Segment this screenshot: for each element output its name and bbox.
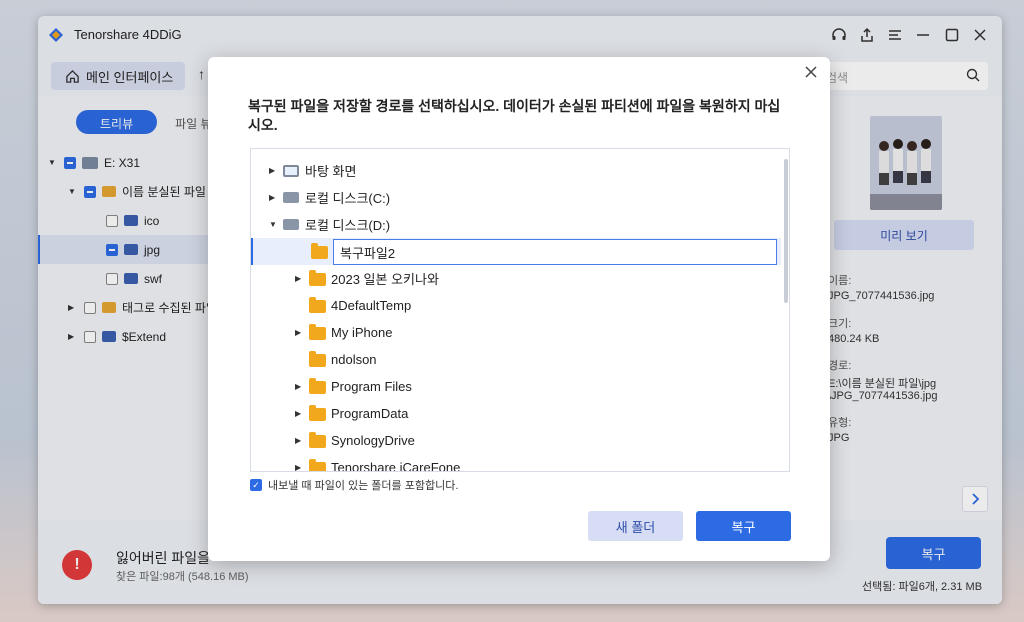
folder-node[interactable]: ▶ My iPhone xyxy=(251,319,781,346)
folder-node[interactable]: ▶ Tenorshare iCareFone xyxy=(251,454,781,472)
desktop-icon xyxy=(283,165,299,177)
folder-node-label: 로컬 디스크(C:) xyxy=(305,191,391,206)
folder-icon xyxy=(309,378,326,394)
folder-name-input[interactable] xyxy=(333,239,777,265)
new-folder-button[interactable]: 새 폴더 xyxy=(588,511,683,541)
folder-node[interactable]: ▶ ProgramData xyxy=(251,400,781,427)
include-folder-label: 내보낼 때 파일이 있는 폴더를 포함합니다. xyxy=(268,480,459,492)
folder-node[interactable]: 4DefaultTemp xyxy=(251,292,781,319)
expand-icon[interactable]: ▶ xyxy=(295,409,301,418)
expand-icon[interactable]: ▶ xyxy=(295,436,301,445)
folder-node-label: SynologyDrive xyxy=(331,433,415,448)
folder-node-label: 바탕 화면 xyxy=(305,164,357,179)
expand-icon[interactable]: ▶ xyxy=(295,382,301,391)
expand-icon[interactable]: ▶ xyxy=(295,328,301,337)
folder-node[interactable]: ndolson xyxy=(251,346,781,373)
expand-icon[interactable]: ▶ xyxy=(269,193,275,202)
include-folder-checkbox[interactable]: ✓ xyxy=(250,479,262,491)
folder-node-new[interactable] xyxy=(251,238,781,265)
folder-node[interactable]: ▶ 로컬 디스크(C:) xyxy=(251,184,781,211)
scrollbar[interactable] xyxy=(784,159,788,303)
folder-icon xyxy=(309,432,326,448)
folder-icon xyxy=(311,243,328,259)
folder-icon xyxy=(309,405,326,421)
dialog-title: 복구된 파일을 저장할 경로를 선택하십시오. 데이터가 손실된 파티션에 파일… xyxy=(248,98,781,133)
folder-node-label: ndolson xyxy=(331,352,377,367)
folder-node-label: 로컬 디스크(D:) xyxy=(305,218,391,233)
close-icon[interactable] xyxy=(802,63,820,81)
folder-node[interactable]: ▶ 2023 일본 오키나와 xyxy=(251,265,781,292)
folder-node-label: 2023 일본 오키나와 xyxy=(331,272,439,287)
folder-node-label: Tenorshare iCareFone xyxy=(331,460,461,472)
folder-icon xyxy=(309,351,326,367)
folder-node-label: My iPhone xyxy=(331,325,393,340)
collapse-icon[interactable]: ▼ xyxy=(269,220,277,229)
expand-icon[interactable]: ▶ xyxy=(295,463,301,471)
folder-icon xyxy=(309,297,326,313)
recover-button[interactable]: 복구 xyxy=(696,511,791,541)
folder-node[interactable]: ▼ 로컬 디스크(D:) xyxy=(251,211,781,238)
folder-node[interactable]: ▶ Program Files xyxy=(251,373,781,400)
folder-node-label: ProgramData xyxy=(331,406,409,421)
drive-icon xyxy=(283,192,299,203)
folder-icon xyxy=(309,270,326,286)
folder-node[interactable]: ▶ 바탕 화면 xyxy=(251,157,781,184)
expand-icon[interactable]: ▶ xyxy=(269,166,275,175)
folder-icon xyxy=(309,324,326,340)
expand-icon[interactable]: ▶ xyxy=(295,274,301,283)
drive-icon xyxy=(283,219,299,230)
folder-node-label: 4DefaultTemp xyxy=(331,298,412,313)
folder-browser: ▶ 바탕 화면 ▶ 로컬 디스크(C:) ▼ 로컬 디스크(D:) ▶ 2023… xyxy=(250,148,790,472)
save-location-dialog: 복구된 파일을 저장할 경로를 선택하십시오. 데이터가 손실된 파티션에 파일… xyxy=(208,57,830,561)
folder-node-label: Program Files xyxy=(331,379,412,394)
include-folder-option[interactable]: ✓ 내보낼 때 파일이 있는 폴더를 포함합니다. xyxy=(250,477,458,493)
folder-icon xyxy=(309,459,326,471)
folder-node[interactable]: ▶ SynologyDrive xyxy=(251,427,781,454)
